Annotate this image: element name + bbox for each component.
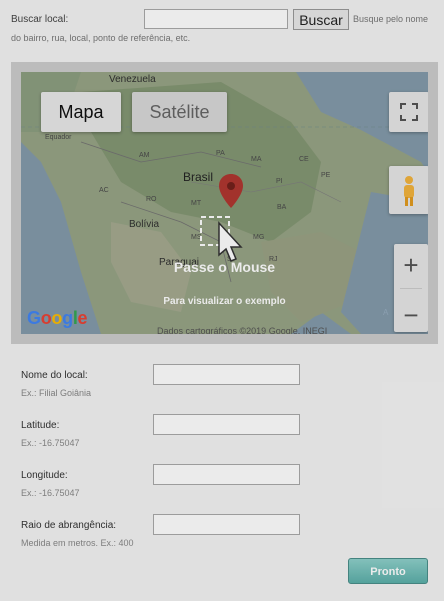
field-hint-latitude: Ex.: -16.75047 <box>21 438 80 448</box>
search-hint: Busque pelo nome <box>353 14 429 24</box>
street-view-button[interactable] <box>389 166 428 214</box>
fullscreen-icon <box>400 103 418 121</box>
field-hint-longitude: Ex.: -16.75047 <box>21 488 80 498</box>
field-label-nome: Nome do local: <box>21 370 88 381</box>
map-canvas[interactable]: Venezuela Equador Brasil Bolívia Paragua… <box>21 72 428 334</box>
search-label: Buscar local: <box>11 14 69 25</box>
nome-local-input[interactable] <box>153 364 300 385</box>
field-label-raio: Raio de abrangência: <box>21 520 117 531</box>
google-logo: Google <box>27 308 88 328</box>
field-label-latitude: Latitude: <box>21 420 60 431</box>
zoom-divider <box>400 288 422 289</box>
latitude-input[interactable] <box>153 414 300 435</box>
search-input[interactable] <box>144 9 288 29</box>
field-hint-nome: Ex.: Filial Goiânia <box>21 388 92 398</box>
satellite-type-button[interactable]: Satélite <box>132 92 227 132</box>
search-hint-continued: do bairro, rua, local, ponto de referênc… <box>11 33 191 43</box>
cursor-hint-icon <box>200 216 243 262</box>
map-type-button[interactable]: Mapa <box>41 92 121 132</box>
fullscreen-button[interactable] <box>389 92 428 132</box>
map-frame: Venezuela Equador Brasil Bolívia Paragua… <box>11 62 438 344</box>
hover-title: Passe o Mouse <box>173 259 276 275</box>
search-button[interactable]: Buscar <box>293 9 349 30</box>
map-attribution: Dados cartográficos ©2019 Google, INEGI <box>157 326 328 334</box>
hover-subtitle: Para visualizar o exemplo <box>163 296 286 307</box>
longitude-input[interactable] <box>153 464 300 485</box>
raio-input[interactable] <box>153 514 300 535</box>
zoom-control: + − <box>394 244 428 332</box>
pegman-icon <box>404 176 414 206</box>
field-label-longitude: Longitude: <box>21 470 68 481</box>
done-button[interactable]: Pronto <box>348 558 428 584</box>
field-hint-raio: Medida em metros. Ex.: 400 <box>21 538 134 548</box>
